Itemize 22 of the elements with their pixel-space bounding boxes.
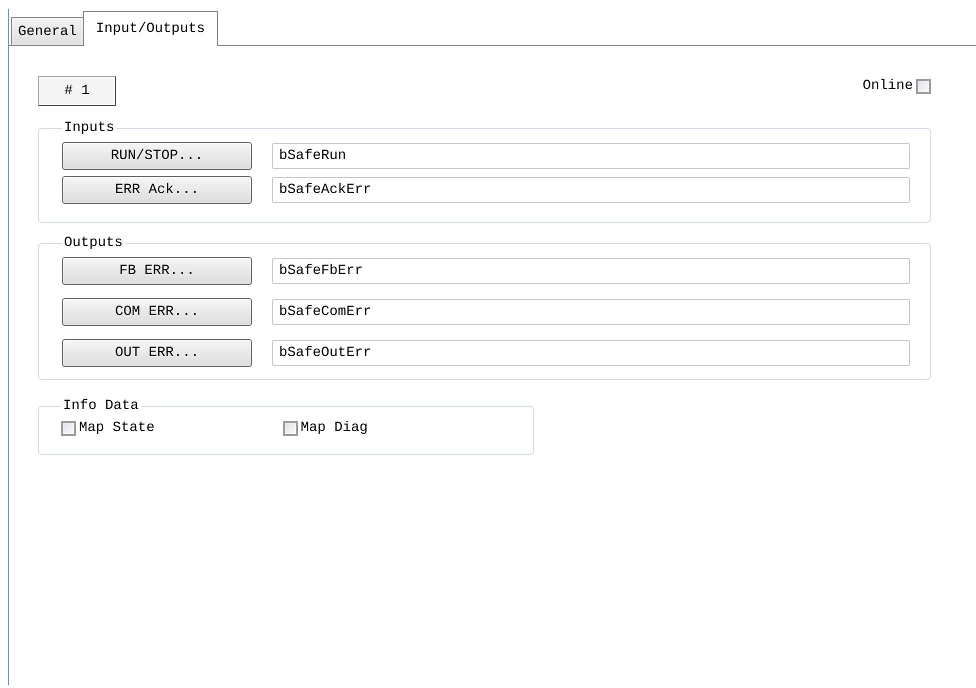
variable-field[interactable]: bSafeRun [272, 143, 910, 169]
variable-field[interactable]: bSafeAckErr [272, 177, 910, 203]
tab[interactable]: General [11, 17, 84, 45]
variable-field[interactable]: bSafeComErr [272, 299, 910, 325]
browse-button[interactable]: RUN/STOP... [62, 142, 252, 170]
browse-button[interactable]: ERR Ack... [62, 176, 252, 204]
online-checkbox[interactable] [916, 78, 931, 94]
group-title: Outputs [63, 235, 124, 251]
variable-field[interactable]: bSafeFbErr [272, 258, 910, 284]
checkbox-label: Map Diag [300, 420, 368, 436]
browse-button[interactable]: OUT ERR... [62, 339, 252, 367]
checkbox-label: Map State [79, 420, 155, 436]
group-title: Info Data [62, 398, 140, 414]
browse-button[interactable]: COM ERR... [62, 298, 252, 326]
variable-field[interactable]: bSafeOutErr [272, 340, 910, 366]
online-label: Online [862, 78, 913, 94]
tab[interactable]: Input/Outputs [82, 11, 218, 46]
browse-button[interactable]: FB ERR... [62, 257, 252, 285]
checkbox[interactable] [282, 420, 298, 436]
instance-button[interactable]: # 1 [38, 76, 116, 106]
checkbox[interactable] [61, 420, 76, 436]
group-title: Inputs [63, 120, 116, 136]
